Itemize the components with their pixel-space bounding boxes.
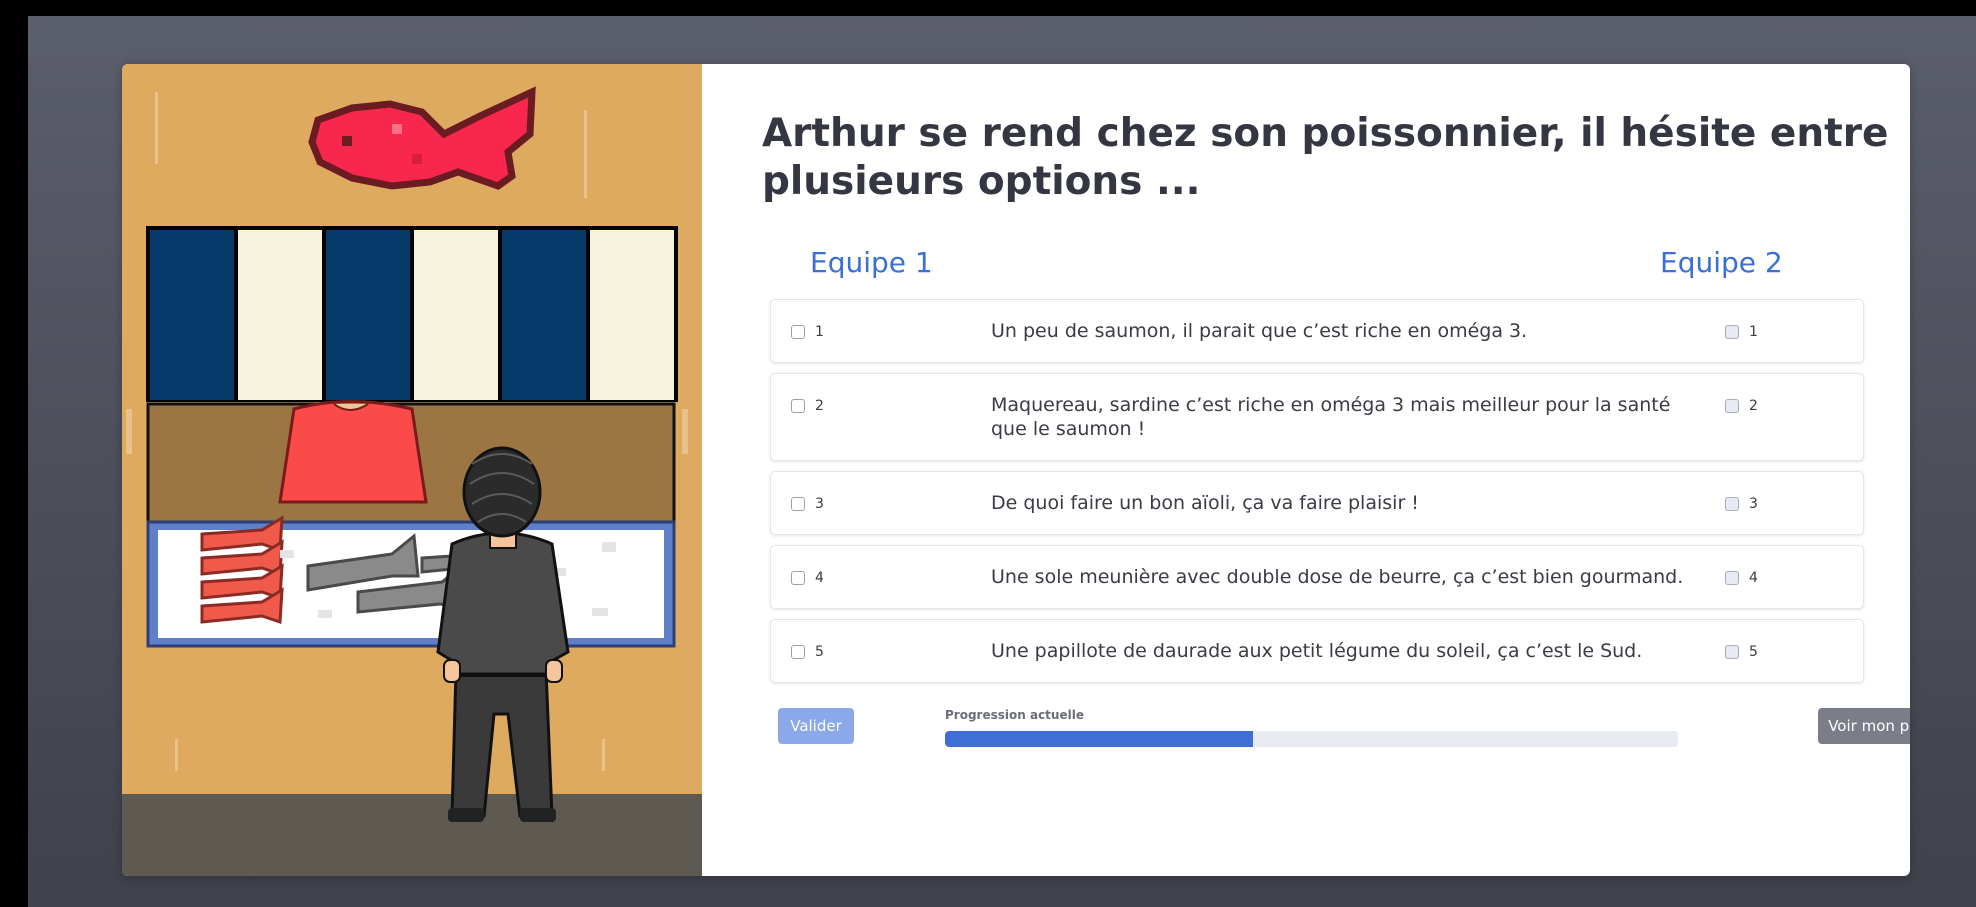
choice-number: 5 [1749, 644, 1758, 660]
fish-display-case [146, 515, 676, 648]
team-2-checkbox[interactable] [1725, 645, 1739, 659]
answer-row: 1 Un peu de saumon, il parait que c’est … [770, 299, 1864, 363]
question-card: Arthur se rend chez son poissonnier, il … [122, 64, 1910, 876]
progress-bar [945, 731, 1678, 747]
answer-text: Une sole meunière avec double dose de be… [991, 566, 1684, 588]
view-profile-button[interactable]: Voir mon profil [1818, 708, 1910, 744]
choice-number: 1 [1749, 324, 1758, 340]
team-1-choice: 1 [771, 322, 991, 342]
awning [146, 226, 678, 402]
team-2-checkbox[interactable] [1725, 399, 1739, 413]
team-2-choice: 3 [1699, 494, 1758, 514]
answer-row: 2 Maquereau, sardine c’est riche en omég… [770, 373, 1864, 461]
answer-row: 3 De quoi faire un bon aïoli, ça va fair… [770, 471, 1864, 535]
progress-label: Progression actuelle [945, 708, 1084, 722]
team-1-choice: 5 [771, 642, 991, 662]
fishmonger-scene [122, 64, 702, 876]
quiz-panel: Arthur se rend chez son poissonnier, il … [702, 64, 1910, 876]
team-2-choice: 2 [1699, 396, 1758, 416]
choice-number: 3 [1749, 496, 1758, 512]
progress-fill [945, 731, 1253, 747]
team-1-choice: 4 [771, 568, 991, 588]
team-1-choice: 3 [771, 494, 991, 514]
choice-number: 1 [815, 324, 824, 340]
answer-text: De quoi faire un bon aïoli, ça va faire … [991, 492, 1419, 514]
team-2-checkbox[interactable] [1725, 497, 1739, 511]
choice-number: 4 [1749, 570, 1758, 586]
team-1-checkbox[interactable] [791, 571, 805, 585]
answer-row: 5 Une papillote de daurade aux petit lég… [770, 619, 1864, 683]
choice-number: 3 [815, 496, 824, 512]
team-1-checkbox[interactable] [791, 399, 805, 413]
answer-text: Un peu de saumon, il parait que c’est ri… [991, 320, 1528, 342]
team-2-checkbox[interactable] [1725, 325, 1739, 339]
answer-row: 4 Une sole meunière avec double dose de … [770, 545, 1864, 609]
fishmonger-character [278, 400, 428, 504]
team-2-choice: 4 [1699, 568, 1758, 588]
choice-number: 5 [815, 644, 824, 660]
team-2-checkbox[interactable] [1725, 571, 1739, 585]
answer-list: 1 Un peu de saumon, il parait que c’est … [770, 299, 1864, 693]
choice-number: 2 [1749, 398, 1758, 414]
team-2-label: Equipe 2 [1660, 246, 1783, 279]
team-1-checkbox[interactable] [791, 497, 805, 511]
scene-illustration [122, 64, 702, 876]
choice-number: 4 [815, 570, 824, 586]
question-title: Arthur se rend chez son poissonnier, il … [762, 111, 1889, 204]
choice-number: 2 [815, 398, 824, 414]
team-2-choice: 1 [1699, 322, 1758, 342]
answer-text: Une papillote de daurade aux petit légum… [991, 640, 1643, 662]
team-1-checkbox[interactable] [791, 325, 805, 339]
answer-text: Maquereau, sardine c’est riche en oméga … [991, 394, 1671, 440]
team-2-choice: 5 [1699, 642, 1758, 662]
team-1-checkbox[interactable] [791, 645, 805, 659]
game-background: Arthur se rend chez son poissonnier, il … [28, 16, 1976, 907]
validate-button[interactable]: Valider [778, 708, 854, 744]
team-1-choice: 2 [771, 396, 991, 416]
team-1-label: Equipe 1 [810, 246, 933, 279]
